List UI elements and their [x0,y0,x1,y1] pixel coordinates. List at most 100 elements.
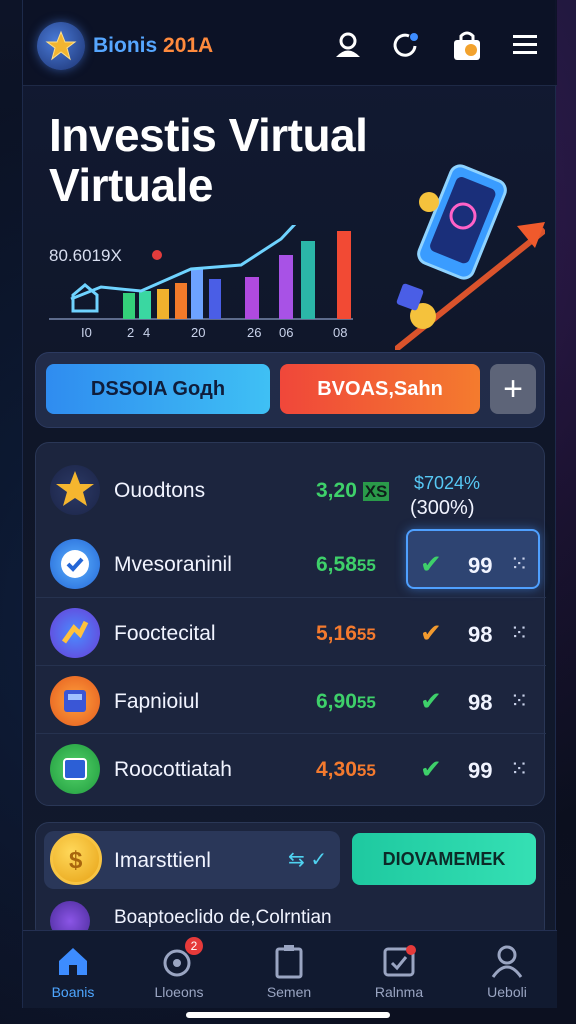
asset-value-tag: 55 [356,556,376,575]
chart-bar [279,255,293,319]
invest-card-title: Imarsttienl [114,849,211,872]
asset-score: 98 [468,622,493,647]
asset-name: Ouodtons [114,479,206,502]
asset-value-number: 6,90 [316,690,357,713]
asset-value: 6,9055 [316,690,376,714]
chart-bar [139,291,151,319]
list-item[interactable]: Fooctecital 5,1655 ✔ 98 ⁙ [36,597,546,665]
chart-bar [191,269,203,319]
top-bar: Bionis 201A [23,0,557,86]
asset-score: 98 [468,690,493,715]
chart-tick: 08 [333,325,347,340]
hero-title: Investis Virtual Virtuale [49,109,368,211]
asset-value-tag: 55 [356,693,376,712]
nav-item-wallet[interactable]: 2 Lloeons [129,931,229,1009]
list-item[interactable]: Mvesoraninil 6,5855 ✔ 99 ⁙ [36,529,546,597]
chart-app-icon [50,608,100,658]
drag-handle-icon[interactable]: ⁙ [510,620,528,646]
home-icon [59,948,87,975]
refresh-icon[interactable] [389,30,419,60]
hero-title-line-1: Investis Virtual [49,109,368,161]
chart-bar [175,283,187,319]
shop-icon[interactable] [451,30,481,60]
invest-card-subtitle: Boaptoeclido de,Colrntian [114,907,332,928]
primary-action-button[interactable]: DSSOIA Goдh [46,364,270,414]
svg-text:$: $ [69,847,83,874]
asset-value-number: 3,20 [316,479,357,502]
trend-icon: ⇆ ✓ [288,849,328,871]
brand-name-part-2: 201A [163,34,214,57]
asset-value-number: 4,30 [316,758,357,781]
invest-card: $ Imarsttienl ⇆ ✓ DIOVAMEMEK Boaptoeclid… [35,822,545,942]
chart-bar [337,231,351,319]
user-icon[interactable] [333,30,363,60]
home-indicator[interactable] [186,1012,390,1018]
asset-score: 99 [468,553,493,578]
asset-list: Ouodtons 3,20 XS $7024% (300%) Mvesorani… [35,442,546,806]
asset-name: Fooctecital [114,622,216,645]
asset-value: 4,3055 [316,758,376,782]
profile-icon [491,945,523,978]
star-badge-icon [50,465,100,515]
asset-value: 3,20 XS [316,479,390,503]
document-icon [275,945,303,979]
nav-label: Lloeons [154,984,204,1000]
nav-label: Ralnma [374,984,424,1000]
drag-handle-icon[interactable]: ⁙ [510,551,528,577]
chart-label-dot [152,250,162,260]
coin-icon: $ [50,833,102,885]
asset-value-tag: XS [362,482,390,501]
nav-label: Boanis [51,984,95,1000]
add-button[interactable]: + [490,364,536,414]
chart-bar [245,277,259,319]
asset-score: 99 [468,758,493,783]
asset-value-tag: 55 [356,625,376,644]
chart-tick: 20 [191,325,205,340]
action-bar: DSSOIA Goдh BVOAS,Sahn + [35,352,545,428]
check-icon: ✔ [420,686,442,716]
asset-change-amount: $7024% [414,473,481,493]
calendar-icon [383,945,416,977]
nav-item-calendar[interactable]: Ralnma [349,931,449,1009]
asset-name: Roocottiatah [114,758,232,781]
chart-tick: 4 [143,325,150,340]
logo[interactable] [37,22,85,70]
hero-bar-chart: 80.6019X I0 2 4 20 26 06 08 [49,225,353,340]
chart-tick: 26 [247,325,261,340]
menu-icon[interactable] [511,30,541,60]
hero-title-line-2: Virtuale [49,159,213,211]
chart-bar [301,241,315,319]
nav-item-documents[interactable]: Semen [239,931,339,1009]
calculator-icon [50,676,100,726]
nav-label: Ueboli [487,984,527,1000]
nav-item-profile[interactable]: Ueboli [457,931,557,1009]
chart-bar [209,279,221,319]
asset-name: Fapnioiul [114,690,200,713]
chart-tick: 2 [127,325,134,340]
star-logo-icon [45,30,77,61]
invest-card-button[interactable]: DIOVAMEMEK [352,833,536,885]
chart-bar [157,289,169,319]
secondary-action-button[interactable]: BVOAS,Sahn [280,364,480,414]
list-item[interactable]: Ouodtons 3,20 XS $7024% (300%) [36,455,546,523]
list-item[interactable]: Fapnioiul 6,9055 ✔ 98 ⁙ [36,665,546,733]
list-item[interactable]: Roocottiatah 4,3055 ✔ 99 ⁙ [36,733,546,801]
asset-value: 6,5855 [316,553,376,577]
chart-bar [123,293,135,319]
nav-label: Semen [266,984,312,1000]
asset-value: 5,1655 [316,622,376,646]
nav-item-home[interactable]: Boanis [23,931,123,1009]
asset-value-number: 6,58 [316,553,357,576]
brand-name: Bionis 201A [93,34,213,58]
chart-tick: 06 [279,325,293,340]
drag-handle-icon[interactable]: ⁙ [510,688,528,714]
brand-name-part-1: Bionis [93,34,158,57]
phone-rocket-illustration [395,164,545,350]
chart-ticks: I0 2 4 20 26 06 08 [81,325,347,340]
chart-tick: I0 [81,325,92,340]
asset-name: Mvesoraninil [114,553,232,576]
check-icon: ✔ [420,618,442,648]
drag-handle-icon[interactable]: ⁙ [510,756,528,782]
wallet-card-icon [50,744,100,794]
notification-badge: 2 [185,937,203,955]
